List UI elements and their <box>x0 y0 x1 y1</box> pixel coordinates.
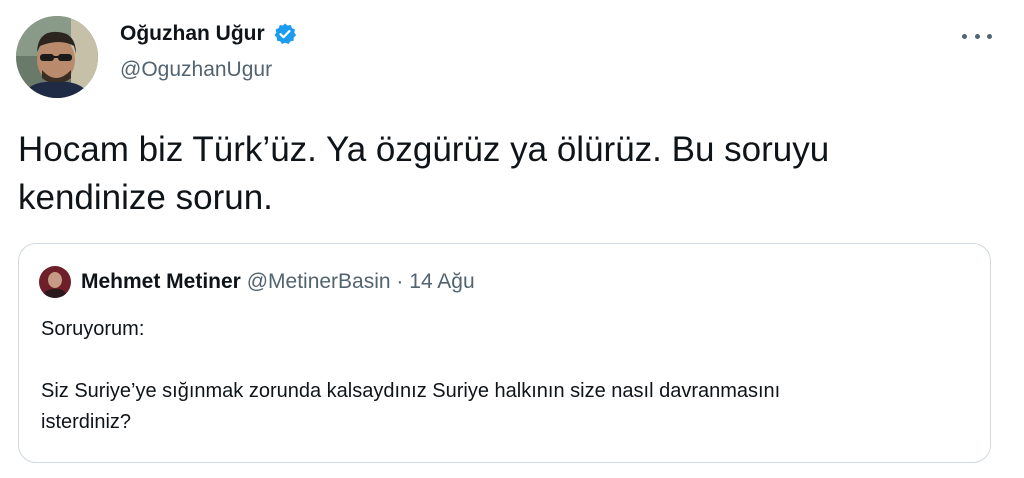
tweet-card: Oğuzhan Uğur @OguzhanUgur Hocam biz Türk… <box>0 0 1024 478</box>
author-avatar[interactable] <box>16 16 98 98</box>
dot-icon <box>962 33 967 39</box>
quoted-text: Soruyorum: Siz Suriye’ye sığınmak zorund… <box>41 314 971 438</box>
quoted-author-avatar[interactable] <box>39 266 71 298</box>
quoted-text-line: Soruyorum: <box>41 318 145 340</box>
tweet-text-line: Hocam biz Türk’üz. Ya özgürüz ya ölürüz.… <box>18 130 830 169</box>
more-options-icon[interactable] <box>962 26 992 46</box>
quoted-text-line: isterdiniz? <box>41 411 132 433</box>
quoted-tweet[interactable]: Mehmet Metiner @MetinerBasin · 14 Ağu So… <box>18 243 991 463</box>
tweet-text-line: kendinize sorun. <box>18 178 273 217</box>
author-name-row: Oğuzhan Uğur <box>120 22 297 46</box>
tweet-text: Hocam biz Türk’üz. Ya özgürüz ya ölürüz.… <box>18 126 978 222</box>
meta-separator: · <box>396 270 404 293</box>
verified-badge-icon <box>273 22 297 46</box>
dot-icon <box>987 33 992 39</box>
quoted-date[interactable]: 14 Ağu <box>409 270 474 293</box>
quoted-handle[interactable]: @MetinerBasin <box>247 270 391 293</box>
quoted-header: Mehmet Metiner @MetinerBasin · 14 Ağu <box>81 270 475 294</box>
quoted-display-name[interactable]: Mehmet Metiner <box>81 270 241 293</box>
author-display-name[interactable]: Oğuzhan Uğur <box>120 22 265 46</box>
dot-icon <box>974 33 980 39</box>
author-handle[interactable]: @OguzhanUgur <box>120 58 272 82</box>
quoted-text-line: Siz Suriye’ye sığınmak zorunda kalsaydın… <box>41 380 781 402</box>
